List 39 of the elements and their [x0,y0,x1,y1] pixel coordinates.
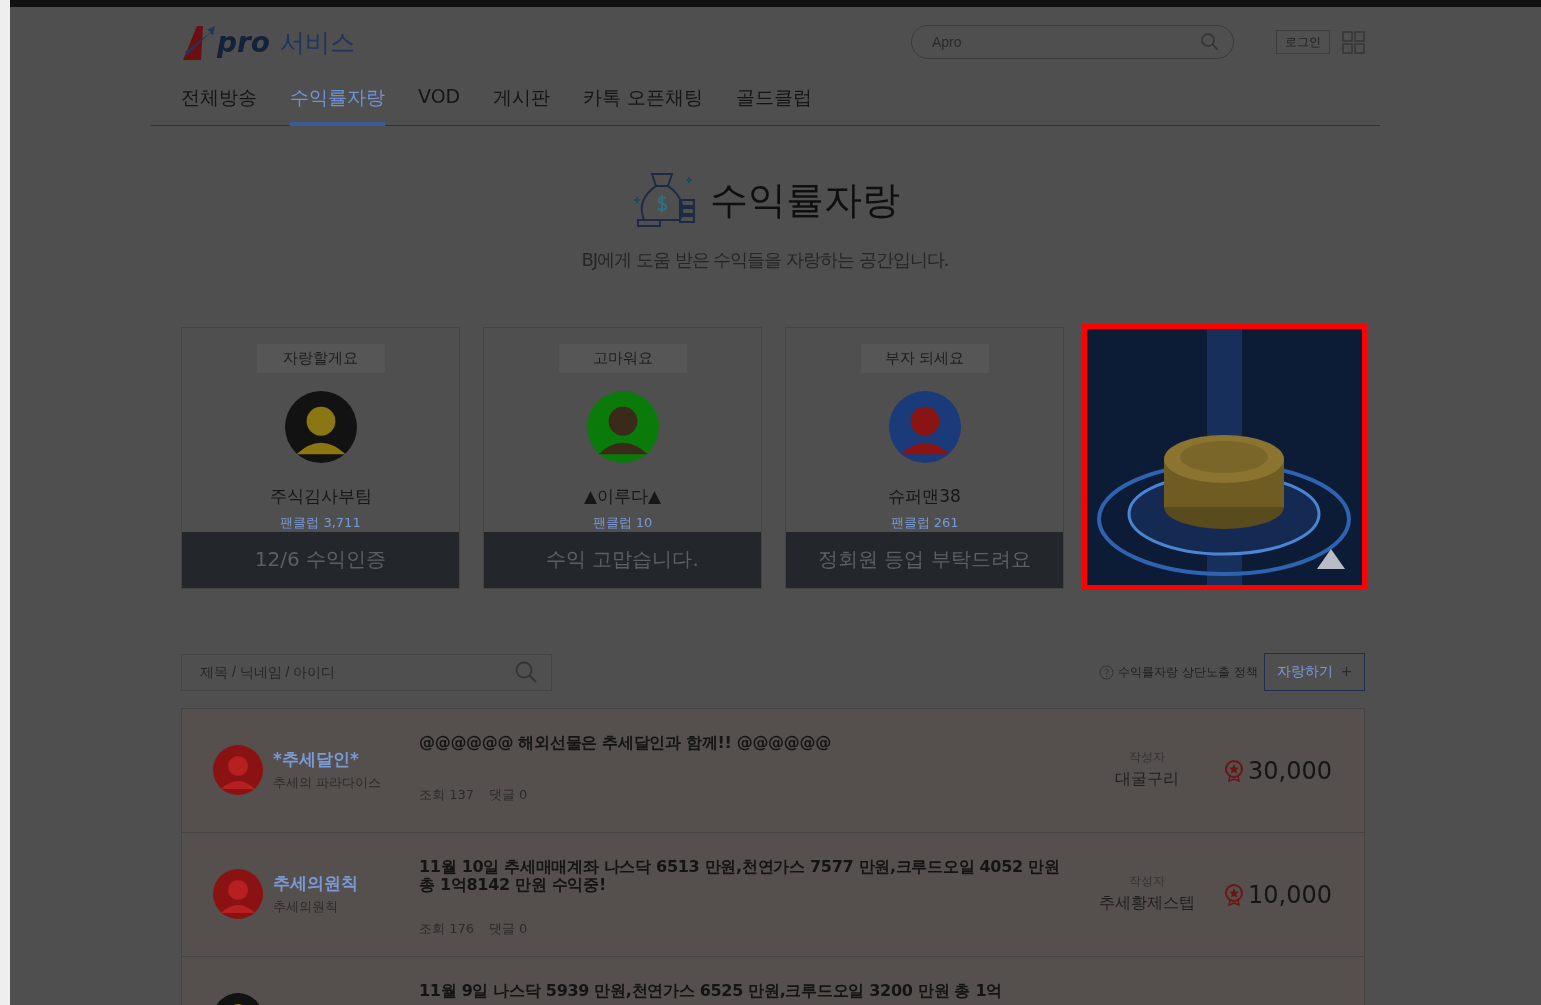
logo-text: pro [217,25,271,59]
post-title: 11월 10일 추세매매계좌 나스닥 6513 만원,천연가스 7577 만원,크루드오일 4052 만원 총 1억8142 만원 수익중! [419,858,1061,894]
medal-icon [1224,760,1244,782]
fanclub-count: 팬클럽 3,711 [280,513,361,532]
avatar [213,869,263,919]
search-icon [1200,32,1220,52]
card-caption: 12/6 수익인증 [182,531,459,588]
featured-card[interactable]: 고마워요 ▲이루다▲ 팬클럽 10 수익 고맙습니다. [483,327,762,589]
write-button[interactable]: 자랑하기 + [1264,653,1365,691]
reward-amount: 10,000 [1248,881,1332,909]
featured-card[interactable]: 자랑할게요 주식김사부팀 팬클럽 3,711 12/6 수익인증 [181,327,460,589]
post-title: @@@@@@ 해외선물은 추세달인과 함께!! @@@@@@ [419,734,832,752]
nav-tab[interactable]: 카톡 오픈채팅 [583,77,704,126]
nav-tab[interactable]: 골드클럽 [736,77,813,126]
help-icon [1099,664,1115,680]
fanclub-count: 팬클럽 10 [592,513,653,532]
user-name: 추세의원칙 [273,872,358,895]
nav-tab[interactable]: 게시판 [493,77,551,126]
nav-tab[interactable]: 전체방송 [181,77,257,126]
nav-tab[interactable]: VOD [418,77,461,126]
search-icon [514,660,538,684]
nav-tab[interactable]: 수익률자랑 [290,77,385,126]
avatar [213,745,263,795]
user-name: 주식김사부팀 [269,484,372,508]
user-name: *추세달인* [273,748,360,771]
card-tag: 부자 되세요 [860,344,989,373]
reward-amount: 30,000 [1248,757,1332,785]
post-title: 11월 9일 나스닥 5939 만원,천연가스 6525 만원,크루드오일 3200 만원 총 1억 [419,982,1003,1000]
user-name: 슈퍼맨38 [888,484,961,508]
fanclub-count: 팬클럽 261 [890,513,959,532]
card-caption: 정회원 등업 부탁드려요 [786,531,1063,588]
medal-icon [1224,884,1244,906]
card-tag: 자랑할게요 [256,344,385,373]
card-tag: 고마워요 [558,344,687,373]
featured-card[interactable]: 부자 되세요 슈퍼맨38 팬클럽 261 정회원 등업 부탁드려요 [785,327,1064,589]
user-name: ▲이루다▲ [583,484,662,508]
card-caption: 수익 고맙습니다. [484,531,761,588]
post-row[interactable]: 11월 9일 나스닥 5939 만원,천연가스 6525 만원,크루드오일 3200 만원 총 1억 [181,957,1365,1005]
page-title: 수익률자랑 [710,176,900,224]
